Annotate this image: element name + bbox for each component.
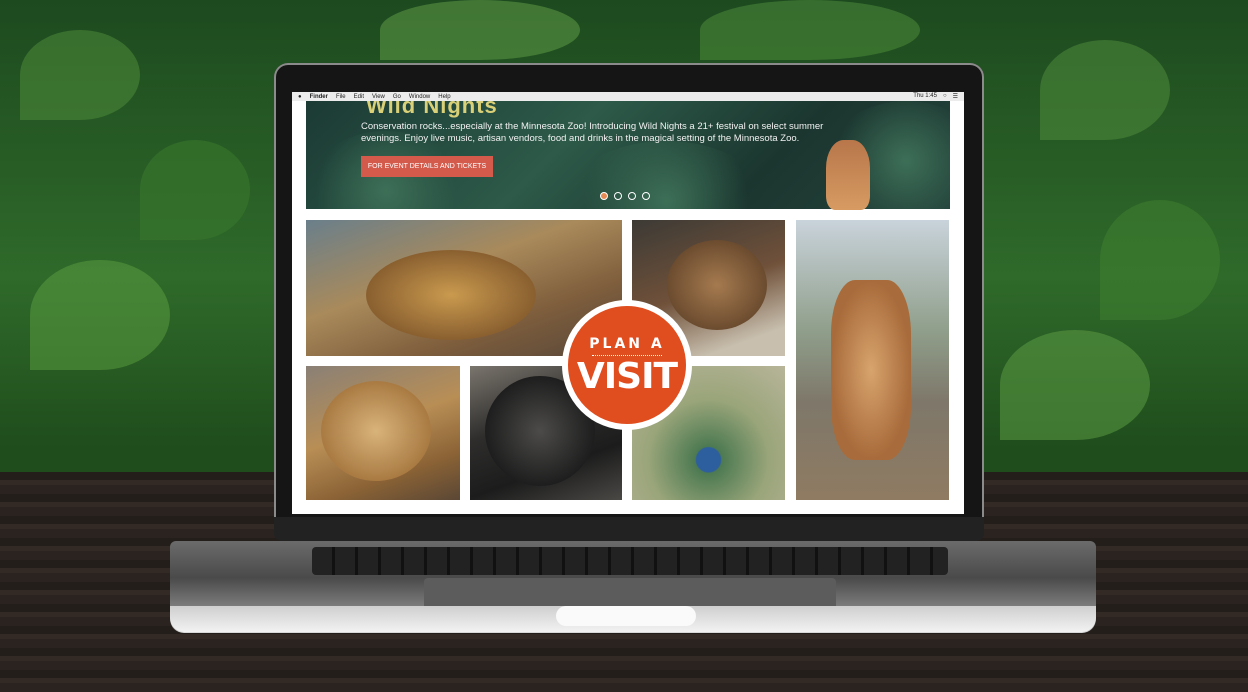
- menu-file[interactable]: File: [336, 94, 346, 100]
- apple-menu-icon[interactable]: ●: [298, 94, 302, 100]
- lid-notch: [556, 606, 696, 626]
- plan-a-visit-badge[interactable]: PLAN A VISIT: [562, 300, 692, 430]
- badge-line2: VISIT: [576, 355, 678, 397]
- carousel-dot-1[interactable]: [600, 192, 608, 200]
- menu-window[interactable]: Window: [409, 94, 430, 100]
- event-details-button[interactable]: FOR EVENT DETAILS AND TICKETS: [361, 156, 493, 177]
- giraffe-head-popout: [826, 140, 870, 210]
- search-icon[interactable]: ○: [943, 93, 947, 100]
- menu-clock[interactable]: Thu 1:45: [913, 93, 937, 100]
- hero-title: Wild Nights: [366, 101, 498, 118]
- carousel-dot-4[interactable]: [642, 192, 650, 200]
- carousel-dots: [600, 192, 650, 200]
- menu-edit[interactable]: Edit: [354, 94, 364, 100]
- hero-description: Conservation rocks...especially at the M…: [361, 121, 824, 144]
- menu-help[interactable]: Help: [438, 94, 450, 100]
- giraffe-photo[interactable]: [796, 220, 949, 500]
- list-icon[interactable]: ☰: [953, 93, 958, 100]
- menu-view[interactable]: View: [372, 94, 385, 100]
- laptop-chin: [274, 517, 984, 541]
- badge-line1: PLAN A: [589, 335, 665, 352]
- menu-finder[interactable]: Finder: [310, 94, 328, 100]
- keyboard: [312, 547, 948, 575]
- carousel-dot-3[interactable]: [628, 192, 636, 200]
- menu-bar: ● Finder File Edit View Go Window Help T…: [292, 92, 964, 101]
- carousel-dot-2[interactable]: [614, 192, 622, 200]
- lion-photo[interactable]: [306, 366, 460, 500]
- menu-go[interactable]: Go: [393, 94, 401, 100]
